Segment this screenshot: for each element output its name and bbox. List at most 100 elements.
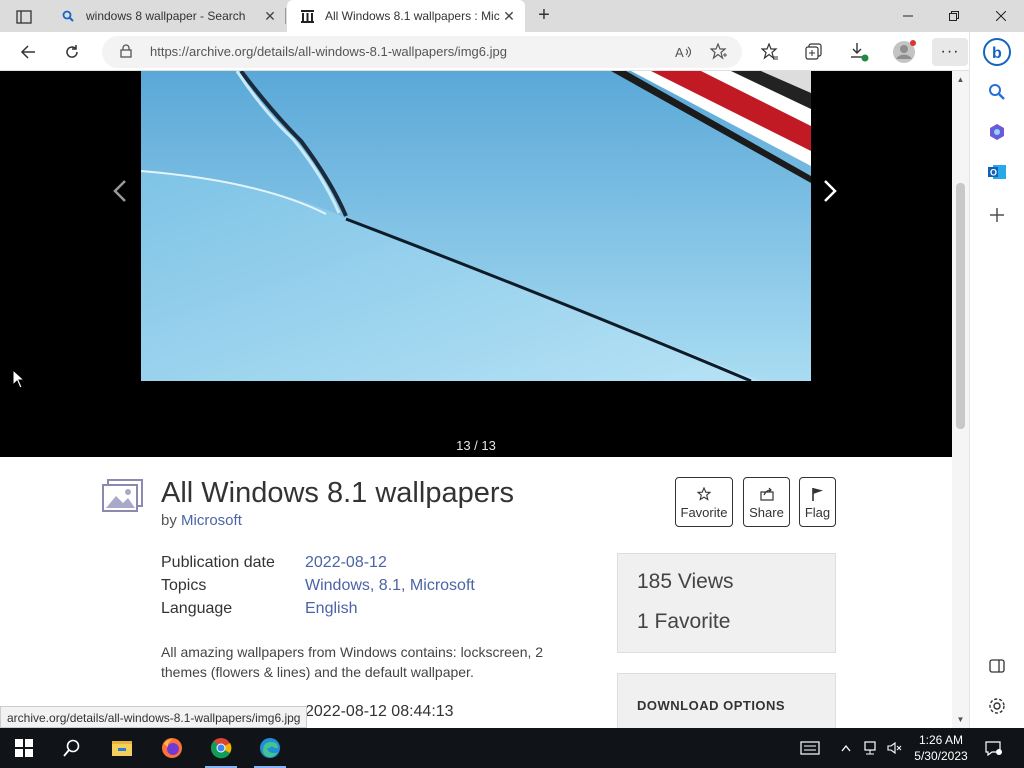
close-tab-icon[interactable]: ✕ <box>501 8 517 24</box>
taskbar-file-explorer[interactable] <box>98 728 146 768</box>
svg-text:b: b <box>992 45 1002 62</box>
sidebar-shopping-button[interactable] <box>985 120 1009 144</box>
close-tab-icon[interactable]: ✕ <box>262 8 278 24</box>
metadata-row-publication-date: Publication date 2022-08-12 <box>161 554 475 577</box>
favorite-button[interactable]: Favorite <box>675 477 733 527</box>
avatar-icon <box>893 40 916 63</box>
item-details: All Windows 8.1 wallpapers by Microsoft … <box>0 457 952 728</box>
author-link[interactable]: Microsoft <box>181 512 242 529</box>
sidebar-outlook-button[interactable]: O <box>985 160 1009 184</box>
scroll-down-icon[interactable]: ▼ <box>956 715 965 724</box>
close-window-button[interactable] <box>978 0 1024 32</box>
share-label: Share <box>749 504 784 520</box>
start-button[interactable] <box>0 728 48 768</box>
tab-actions-button[interactable] <box>8 6 40 28</box>
metadata-key: Topics <box>161 577 207 594</box>
browser-titlebar: windows 8 wallpaper - Search ✕ All Windo… <box>0 0 1024 32</box>
image-collection-icon <box>102 479 144 513</box>
share-button[interactable]: Share <box>743 477 790 527</box>
star-icon <box>697 485 711 503</box>
new-tab-button[interactable]: + <box>532 4 556 28</box>
added-date-value: 2022-08-12 08:44:13 <box>305 703 454 720</box>
more-dots-icon: ··· <box>940 43 960 60</box>
chevron-left-icon <box>113 180 126 202</box>
scroll-thumb[interactable] <box>956 183 965 429</box>
volume-muted-icon[interactable] <box>885 738 905 758</box>
tab-label: All Windows 8.1 wallpapers : Mic <box>325 9 500 23</box>
show-hidden-icons-button[interactable] <box>836 738 856 758</box>
sidebar-hide-button[interactable] <box>985 654 1009 678</box>
by-label: by <box>161 512 177 529</box>
settings-more-button[interactable]: ··· <box>932 38 968 66</box>
close-icon <box>996 11 1006 21</box>
windows-taskbar: 1:26 AM 5/30/2023 <box>0 728 1024 768</box>
taskbar-edge[interactable] <box>246 728 294 768</box>
windows-logo-icon <box>15 739 33 757</box>
flag-icon <box>811 485 825 503</box>
collections-button[interactable] <box>800 38 828 66</box>
tab-archive[interactable]: All Windows 8.1 wallpapers : Mic ✕ <box>287 0 525 32</box>
next-image-button[interactable] <box>818 177 842 205</box>
refresh-button[interactable] <box>58 38 86 66</box>
sidebar-settings-button[interactable] <box>985 694 1009 718</box>
back-button[interactable] <box>14 38 42 66</box>
network-icon[interactable] <box>862 738 882 758</box>
archive-icon <box>299 8 315 24</box>
read-aloud-icon[interactable]: A <box>670 38 698 66</box>
url-text[interactable]: https://archive.org/details/all-windows-… <box>150 44 507 59</box>
profile-button[interactable] <box>890 38 918 66</box>
download-options-panel[interactable]: DOWNLOAD OPTIONS <box>617 673 836 728</box>
edge-icon <box>260 738 280 758</box>
action-center-keyboard-icon[interactable] <box>800 738 820 758</box>
chevron-right-icon <box>824 180 837 202</box>
item-title: All Windows 8.1 wallpapers <box>161 477 514 509</box>
scroll-up-icon[interactable]: ▲ <box>956 75 965 84</box>
publication-date-link[interactable]: 2022-08-12 <box>305 554 387 577</box>
chrome-icon <box>211 738 232 759</box>
mouse-cursor-icon <box>12 368 26 394</box>
sidebar-add-button[interactable] <box>985 203 1009 227</box>
item-description: All amazing wallpapers from Windows cont… <box>161 644 544 680</box>
language-link[interactable]: English <box>305 600 357 623</box>
minimize-icon <box>903 15 913 17</box>
page-scrollbar[interactable]: ▲ ▼ <box>952 71 969 728</box>
views-count: 185 Views <box>637 570 734 593</box>
taskbar-clock[interactable]: 1:26 AM 5/30/2023 <box>910 732 972 764</box>
stats-panel: 185 Views 1 Favorite <box>617 553 836 653</box>
notifications-button[interactable] <box>983 738 1003 758</box>
download-options-heading: DOWNLOAD OPTIONS <box>637 698 786 713</box>
collections-icon <box>805 43 822 60</box>
favorites-button[interactable] <box>756 38 784 66</box>
plus-icon <box>990 208 1004 222</box>
downloads-button[interactable] <box>845 38 873 66</box>
address-bar[interactable]: https://archive.org/details/all-windows-… <box>102 36 742 68</box>
svg-text:O: O <box>990 168 997 178</box>
back-arrow-icon <box>20 45 35 59</box>
sidebar-search-button[interactable] <box>985 80 1009 104</box>
refresh-icon <box>66 45 78 58</box>
taskbar-chrome[interactable] <box>197 728 245 768</box>
minimize-button[interactable] <box>885 0 931 32</box>
hexagon-icon <box>990 124 1004 140</box>
notification-icon <box>985 741 1002 756</box>
metadata-key: Publication date <box>161 554 275 571</box>
browser-toolbar: https://archive.org/details/all-windows-… <box>0 32 1024 71</box>
edge-sidebar: b O <box>969 32 1024 728</box>
download-icon <box>851 43 869 62</box>
restore-icon <box>949 11 959 21</box>
taskbar-search-button[interactable] <box>48 728 96 768</box>
search-icon <box>63 739 80 757</box>
add-favorite-icon[interactable] <box>705 38 733 66</box>
previous-image-button[interactable] <box>108 177 132 205</box>
gear-icon <box>989 698 1005 714</box>
restore-button[interactable] <box>931 0 977 32</box>
lock-icon[interactable] <box>120 44 132 63</box>
flag-button[interactable]: Flag <box>799 477 836 527</box>
tab-search[interactable]: windows 8 wallpaper - Search ✕ <box>48 0 286 32</box>
image-counter: 13 / 13 <box>456 438 496 453</box>
metadata-key: Language <box>161 600 233 617</box>
taskbar-firefox[interactable] <box>148 728 196 768</box>
wallpaper-image[interactable] <box>141 71 811 381</box>
topics-links[interactable]: Windows, 8.1, Microsoft <box>305 577 475 600</box>
bing-copilot-button[interactable]: b <box>981 36 1013 68</box>
